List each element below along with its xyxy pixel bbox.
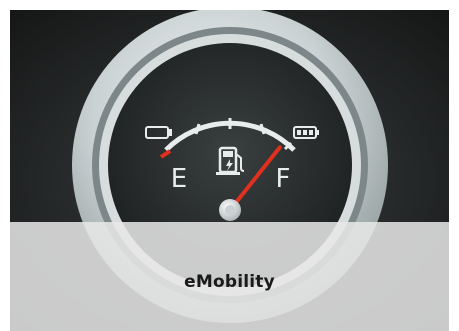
- card-caption: eMobility: [10, 222, 449, 331]
- empty-label: E: [171, 164, 187, 194]
- card-title[interactable]: eMobility: [10, 272, 449, 292]
- emobility-card[interactable]: E F eMobility: [0, 0, 459, 331]
- full-label: F: [276, 164, 291, 194]
